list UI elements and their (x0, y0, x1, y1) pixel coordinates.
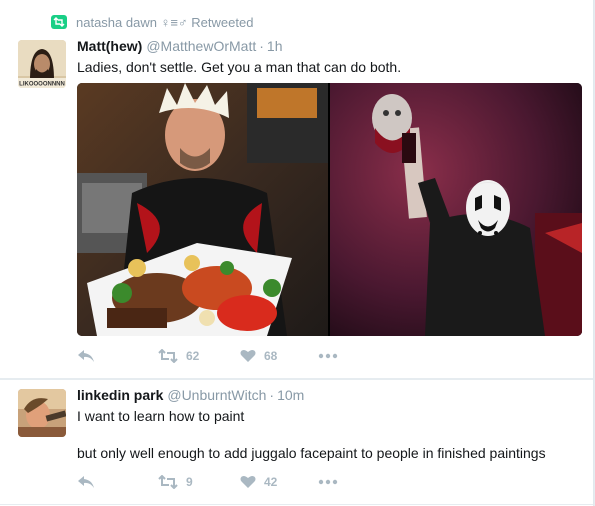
more-icon (318, 353, 338, 359)
photo-chef[interactable] (77, 83, 328, 336)
avatar[interactable] (18, 389, 66, 437)
author-handle[interactable]: @MatthewOrMatt (146, 38, 256, 54)
reply-icon (78, 476, 94, 488)
tweet[interactable]: natasha dawn ♀≡♂ Retweeted LIKOOOONNNN M… (0, 0, 593, 379)
like-button[interactable]: 68 (240, 346, 277, 366)
retweet-badge-icon (51, 15, 67, 29)
like-count: 68 (264, 349, 278, 363)
retweet-icon (158, 475, 178, 489)
timestamp[interactable]: 1h (267, 38, 283, 54)
photo-juggalo[interactable] (330, 83, 582, 336)
separator: · (269, 387, 275, 403)
tweet-header: Matt(hew) @MatthewOrMatt · 1h (77, 38, 282, 54)
retweet-context: natasha dawn ♀≡♂ Retweeted (51, 14, 253, 30)
retweet-count: 62 (186, 349, 200, 363)
like-button[interactable]: 42 (240, 472, 277, 492)
tweet-text-line-2: but only well enough to add juggalo face… (77, 445, 546, 461)
author-handle[interactable]: @UnburntWitch (167, 387, 266, 403)
author-name[interactable]: linkedin park (77, 387, 163, 403)
tweet[interactable]: linkedin park @UnburntWitch · 10m I want to… (0, 379, 593, 505)
retweet-icon (158, 349, 178, 363)
reply-button[interactable] (77, 472, 95, 492)
more-icon (318, 479, 338, 485)
retweet-count: 9 (186, 475, 193, 489)
like-count: 42 (264, 475, 278, 489)
tweet-text-line-1: I want to learn how to paint (77, 408, 245, 424)
avatar[interactable]: LIKOOOONNNN (18, 40, 66, 88)
heart-icon (240, 350, 256, 362)
separator: · (259, 38, 264, 54)
more-button[interactable] (318, 346, 338, 366)
retweet-button[interactable]: 9 (158, 472, 193, 492)
media-grid (77, 83, 582, 336)
retweeted-label: Retweeted (191, 14, 254, 30)
tweet-header: linkedin park @UnburntWitch · 10m (77, 387, 304, 403)
avatar-caption: LIKOOOONNNN (19, 82, 65, 88)
retweet-button[interactable]: 62 (158, 346, 199, 366)
reply-icon (78, 350, 94, 362)
reply-button[interactable] (77, 346, 95, 366)
author-name[interactable]: Matt(hew) (77, 38, 142, 54)
timeline: natasha dawn ♀≡♂ Retweeted LIKOOOONNNN M… (0, 0, 594, 506)
more-button[interactable] (318, 472, 338, 492)
timestamp[interactable]: 10m (277, 387, 304, 403)
retweeted-by-name[interactable]: natasha dawn ♀≡♂ (76, 15, 188, 30)
heart-icon (240, 476, 256, 488)
tweet-text: Ladies, don't settle. Get you a man that… (77, 59, 402, 75)
